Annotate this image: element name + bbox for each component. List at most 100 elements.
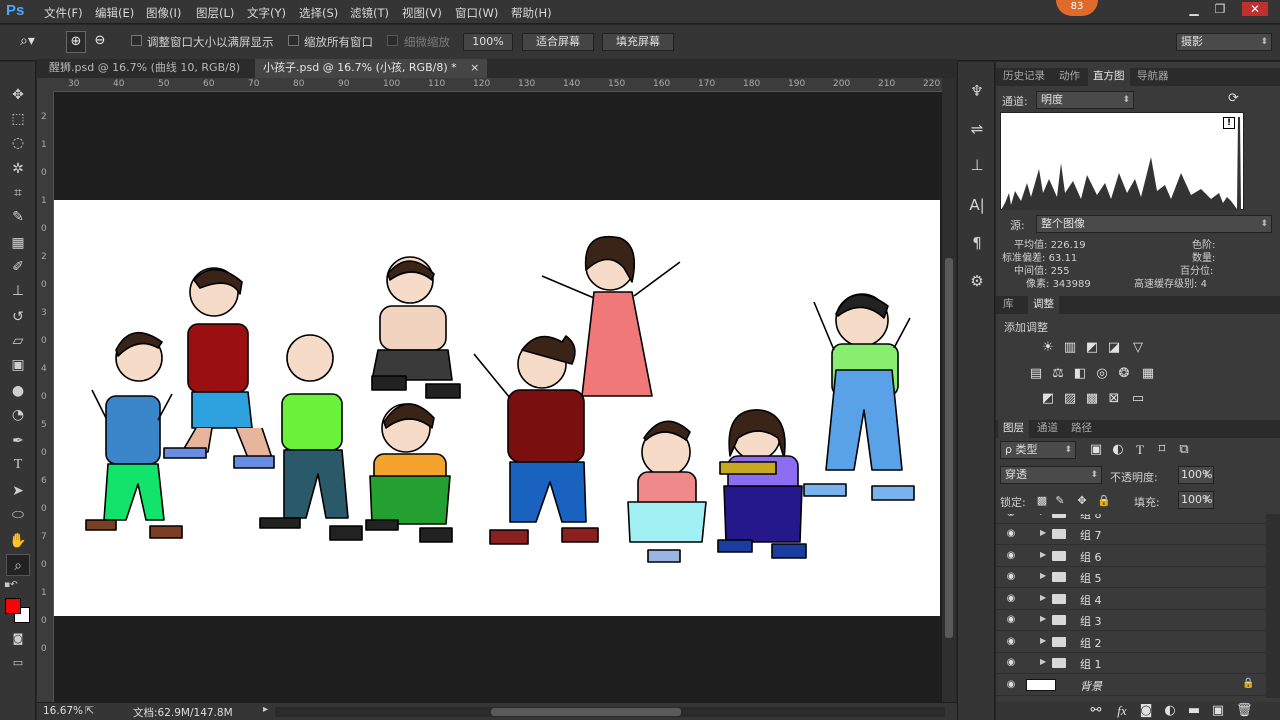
hue-saturation-icon[interactable]: ▤ bbox=[1028, 366, 1044, 382]
expand-arrow-icon[interactable]: ▶ bbox=[1040, 528, 1046, 537]
menu-window[interactable]: 窗口(W) bbox=[455, 5, 498, 21]
tab-history[interactable]: 历史记录 bbox=[998, 68, 1050, 86]
tab-navigator[interactable]: 导航器 bbox=[1132, 68, 1174, 86]
foreground-color-swatch[interactable] bbox=[5, 598, 21, 614]
marquee-tool-icon[interactable]: ⬚ bbox=[6, 108, 30, 130]
zoom-100-button[interactable]: 100% bbox=[463, 33, 513, 51]
new-adjustment-icon[interactable]: ◐ bbox=[1162, 703, 1178, 719]
layer-filter-select[interactable]: ρ 类型 bbox=[1000, 441, 1076, 459]
lasso-tool-icon[interactable]: ◌ bbox=[6, 132, 30, 154]
expand-arrow-icon[interactable]: ▶ bbox=[1040, 657, 1046, 666]
tab-document-1[interactable]: 醒狮.psd @ 16.7% (曲线 10, RGB/8) × bbox=[41, 59, 271, 78]
vibrance-icon[interactable]: ▽ bbox=[1130, 340, 1146, 356]
gradient-tool-icon[interactable]: ▣ bbox=[6, 354, 30, 376]
history-brush-panel-icon[interactable]: ♆ bbox=[966, 80, 988, 102]
layer-row[interactable]: ◉ ▶ 组 8 bbox=[996, 514, 1266, 524]
export-icon[interactable]: ⇱ bbox=[85, 704, 94, 717]
tab-document-2[interactable]: 小孩子.psd @ 16.7% (小孩, RGB/8) * × bbox=[255, 59, 488, 78]
layer-row[interactable]: ◉ ▶ 组 5 bbox=[996, 567, 1266, 588]
adjust-panel-icon[interactable]: ⇌ bbox=[966, 118, 988, 140]
menu-file[interactable]: 文件(F) bbox=[44, 5, 83, 21]
screen-mode-icon[interactable]: ▭ bbox=[6, 652, 30, 674]
ellipse-tool-icon[interactable]: ⬭ bbox=[6, 504, 30, 526]
layer-style-icon[interactable]: fx bbox=[1114, 703, 1130, 719]
eyedropper-tool-icon[interactable]: ✎ bbox=[6, 206, 30, 228]
visibility-eye-icon[interactable]: ◉ bbox=[1004, 570, 1018, 584]
tab-close-icon[interactable]: × bbox=[470, 61, 479, 74]
tab-histogram[interactable]: 直方图 bbox=[1088, 68, 1130, 86]
filter-type-icon[interactable]: T bbox=[1132, 442, 1148, 458]
threshold-icon[interactable]: ▩ bbox=[1084, 391, 1100, 407]
tab-paths[interactable]: 路径 bbox=[1066, 420, 1097, 438]
brush-tool-icon[interactable]: ✐ bbox=[6, 256, 30, 278]
expand-arrow-icon[interactable]: ▶ bbox=[1040, 571, 1046, 580]
menu-help[interactable]: 帮助(H) bbox=[511, 5, 552, 21]
zoom-tool-icon[interactable]: ⌕ bbox=[6, 554, 30, 576]
zoom-tool-preset-icon[interactable]: ⌕▾ bbox=[20, 33, 50, 53]
visibility-eye-icon[interactable]: ◉ bbox=[1004, 678, 1018, 692]
type-tool-icon[interactable]: T bbox=[6, 454, 30, 476]
horizontal-scrollbar[interactable] bbox=[275, 707, 945, 717]
filter-smart-object-icon[interactable]: ⧉ bbox=[1176, 442, 1192, 458]
filter-adjustment-icon[interactable]: ◐ bbox=[1110, 442, 1126, 458]
eraser-tool-icon[interactable]: ▱ bbox=[6, 330, 30, 352]
close-window-icon[interactable]: ✕ bbox=[1242, 2, 1268, 16]
default-colors-icon[interactable]: ▪↶ bbox=[4, 580, 18, 590]
pen-tool-icon[interactable]: ✒ bbox=[6, 430, 30, 452]
brightness-icon[interactable]: ☀ bbox=[1040, 340, 1056, 356]
scroll-thumb[interactable] bbox=[491, 708, 681, 716]
photo-filter-icon[interactable]: ◎ bbox=[1094, 366, 1110, 382]
lock-pixels-icon[interactable]: ✎ bbox=[1052, 493, 1068, 509]
visibility-eye-icon[interactable]: ◉ bbox=[1004, 592, 1018, 606]
posterize-icon[interactable]: ▨ bbox=[1062, 391, 1078, 407]
selective-color-icon[interactable]: ⊠ bbox=[1106, 391, 1122, 407]
properties-panel-icon[interactable]: ⚙ bbox=[966, 270, 988, 292]
quick-mask-icon[interactable]: ◙ bbox=[6, 628, 30, 650]
visibility-eye-icon[interactable]: ◉ bbox=[1004, 635, 1018, 649]
expand-arrow-icon[interactable]: ▶ bbox=[1040, 614, 1046, 623]
new-group-icon[interactable]: ▬ bbox=[1186, 703, 1202, 719]
exposure-icon[interactable]: ◪ bbox=[1106, 340, 1122, 356]
zoom-in-icon[interactable]: ⊕ bbox=[66, 31, 86, 53]
layer-row-background[interactable]: ◉ 背景 🔒 bbox=[996, 675, 1266, 696]
menu-view[interactable]: 视图(V) bbox=[402, 5, 442, 21]
menu-select[interactable]: 选择(S) bbox=[299, 5, 338, 21]
visibility-eye-icon[interactable]: ◉ bbox=[1004, 656, 1018, 670]
blur-tool-icon[interactable]: ● bbox=[6, 380, 30, 402]
dodge-tool-icon[interactable]: ◔ bbox=[6, 404, 30, 426]
fill-screen-button[interactable]: 填充屏幕 bbox=[602, 33, 674, 51]
visibility-eye-icon[interactable]: ◉ bbox=[1004, 613, 1018, 627]
tab-actions[interactable]: 动作 bbox=[1054, 68, 1085, 86]
lock-all-icon[interactable]: 🔒 bbox=[1096, 493, 1112, 509]
levels-icon[interactable]: ▥ bbox=[1062, 340, 1078, 356]
magic-wand-tool-icon[interactable]: ✲ bbox=[6, 158, 30, 180]
zoom-out-icon[interactable]: ⊖ bbox=[90, 31, 110, 53]
path-selection-tool-icon[interactable]: ➤ bbox=[6, 480, 30, 502]
layer-row[interactable]: ◉ ▶ 组 4 bbox=[996, 589, 1266, 610]
layer-row[interactable]: ◉ ▶ 组 2 bbox=[996, 632, 1266, 653]
channel-mixer-icon[interactable]: ❂ bbox=[1116, 366, 1132, 382]
character-panel-icon[interactable]: A| bbox=[966, 194, 988, 216]
lock-position-icon[interactable]: ✥ bbox=[1074, 493, 1090, 509]
source-select[interactable]: 整个图像 bbox=[1036, 215, 1272, 233]
menu-filter[interactable]: 滤镜(T) bbox=[350, 5, 389, 21]
expand-arrow-icon[interactable]: ▶ bbox=[1040, 636, 1046, 645]
visibility-eye-icon[interactable]: ◉ bbox=[1004, 514, 1018, 520]
layer-row[interactable]: ◉ ▶ 组 6 bbox=[996, 546, 1266, 567]
minimize-icon[interactable]: ▁ bbox=[1184, 2, 1204, 16]
visibility-eye-icon[interactable]: ◉ bbox=[1004, 527, 1018, 541]
layers-scrollbar[interactable] bbox=[1266, 514, 1280, 698]
gradient-map-icon[interactable]: ▭ bbox=[1130, 391, 1146, 407]
tab-adjustments[interactable]: 调整 bbox=[1028, 296, 1059, 314]
restore-icon[interactable]: ❐ bbox=[1210, 2, 1230, 16]
expand-arrow-icon[interactable]: ▶ bbox=[1040, 514, 1046, 516]
zoom-level[interactable]: 16.67% bbox=[43, 705, 83, 717]
curves-icon[interactable]: ◩ bbox=[1084, 340, 1100, 356]
layer-row[interactable]: ◉ ▶ 组 1 bbox=[996, 653, 1266, 674]
filter-shape-icon[interactable]: ⌑ bbox=[1154, 442, 1170, 458]
canvas-vertical-scrollbar[interactable] bbox=[942, 78, 956, 702]
scroll-thumb[interactable] bbox=[945, 258, 953, 638]
zoom-all-checkbox[interactable] bbox=[288, 35, 299, 46]
paragraph-panel-icon[interactable]: ¶ bbox=[966, 232, 988, 254]
color-balance-icon[interactable]: ⚖ bbox=[1050, 366, 1066, 382]
